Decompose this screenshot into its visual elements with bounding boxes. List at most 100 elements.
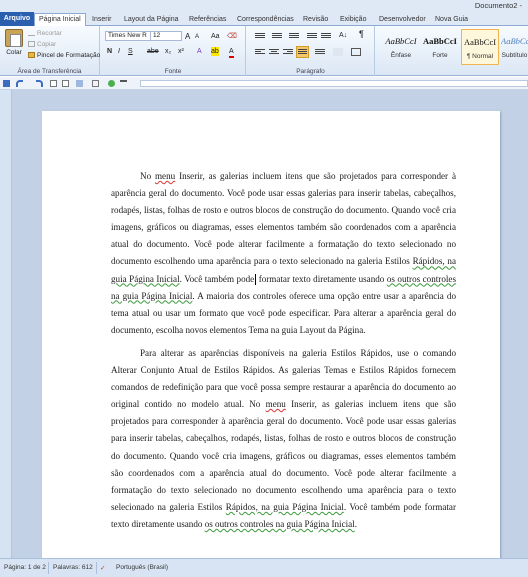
sort-icon[interactable]: A↓: [339, 31, 347, 40]
vertical-ruler[interactable]: [0, 90, 12, 558]
tab-correspondencias[interactable]: Correspondências: [237, 14, 294, 25]
justify-icon[interactable]: [296, 46, 309, 58]
text-run: No: [140, 171, 155, 181]
clipboard-group-label: Área de Transferência: [17, 68, 82, 75]
undo-icon[interactable]: [16, 80, 23, 87]
font-group: Times New R 12 A A Aa ⌫ N I S abe x₂ x² …: [101, 26, 246, 76]
language[interactable]: Português (Brasil): [116, 564, 168, 571]
clipboard-group: Colar Recortar Copiar Pincel de Formataç…: [0, 26, 100, 76]
brush-icon: [28, 52, 35, 59]
text-run: menu: [154, 171, 176, 181]
customize-toolbar-icon[interactable]: [120, 80, 127, 87]
align-right-icon[interactable]: [283, 48, 293, 56]
cut-button[interactable]: Recortar: [28, 30, 62, 37]
style-subtitulo[interactable]: AaBbCc Subtítulo: [501, 29, 528, 65]
copy-label: Copiar: [37, 41, 57, 48]
text-run: .: [354, 518, 357, 529]
font-group-label: Fonte: [164, 68, 182, 75]
style-sample: AaBbCcI: [463, 37, 497, 47]
italic-button[interactable]: I: [118, 47, 120, 56]
print-preview-icon[interactable]: [92, 80, 99, 87]
style-name: Subtítulo: [501, 52, 528, 59]
format-painter-label: Pincel de Formatação: [37, 52, 101, 59]
font-family-select[interactable]: Times New R: [105, 31, 151, 41]
tab-layout-da-pagina[interactable]: Layout da Página: [124, 14, 179, 25]
style-name: ¶ Normal: [466, 53, 494, 60]
style-normal[interactable]: AaBbCcI ¶ Normal: [461, 29, 499, 65]
spelling-icon[interactable]: [108, 80, 115, 87]
text-run: os outros controles na guia Página Inici…: [204, 518, 355, 529]
underline-button[interactable]: S: [128, 47, 133, 56]
tab-inserir[interactable]: Inserir: [92, 14, 111, 25]
quick-access-toolbar: [0, 77, 528, 90]
numbering-icon[interactable]: [272, 32, 282, 40]
borders-icon[interactable]: [351, 48, 361, 56]
paragraph-group: A↓ ¶ Parágrafo: [247, 26, 375, 76]
tab-exibicao[interactable]: Exibição: [340, 14, 366, 25]
tab-pagina-inicial[interactable]: Página Inicial: [34, 13, 86, 27]
tab-nova-guia[interactable]: Nova Guia: [435, 14, 468, 25]
ribbon: Colar Recortar Copiar Pincel de Formataç…: [0, 26, 528, 76]
clipboard-icon: [5, 29, 23, 47]
bold-button[interactable]: N: [107, 47, 112, 56]
tab-revisao[interactable]: Revisão: [303, 14, 328, 25]
shading-icon[interactable]: [333, 48, 343, 56]
style-sample: AaBbCcI: [422, 36, 457, 46]
style-name: Ênfase: [390, 52, 412, 59]
format-painter-button[interactable]: Pincel de Formatação: [28, 52, 100, 59]
show-marks-button[interactable]: ¶: [359, 30, 364, 39]
title-bar: Documento2 -: [0, 0, 528, 12]
style-forte[interactable]: AaBbCcI Forte: [421, 29, 459, 65]
strikethrough-button[interactable]: abe: [147, 47, 159, 56]
style-enfase[interactable]: AaBbCcI Ênfase: [382, 29, 420, 65]
increase-indent-icon[interactable]: [321, 32, 331, 40]
paragraph-2: Para alterar as aparências disponíveis n…: [111, 345, 456, 533]
window-title: Documento2 -: [474, 1, 522, 10]
copy-icon: [28, 41, 35, 48]
line-spacing-icon[interactable]: [315, 48, 325, 56]
change-case-button[interactable]: Aa: [211, 32, 220, 41]
decrease-indent-icon[interactable]: [307, 32, 317, 40]
horizontal-ruler[interactable]: [140, 80, 528, 87]
superscript-button[interactable]: x²: [178, 47, 184, 56]
text-run: Inserir, as galerias incluem itens que s…: [111, 171, 456, 267]
new-document-icon[interactable]: [50, 80, 57, 87]
redo-icon[interactable]: [36, 80, 43, 87]
shrink-font-button[interactable]: A: [195, 33, 199, 42]
font-size-select[interactable]: 12: [150, 31, 182, 41]
page-count[interactable]: Página: 1 de 2: [4, 564, 46, 571]
text-run: Rápidos, na guia Página Inicial: [225, 501, 344, 512]
clear-format-icon[interactable]: ⌫: [227, 32, 237, 41]
highlight-icon[interactable]: ab: [211, 47, 219, 56]
font-color-button[interactable]: A: [229, 47, 234, 58]
text-run: . Você também pode: [179, 273, 255, 284]
word-count[interactable]: Palavras: 612: [53, 564, 93, 571]
subscript-button[interactable]: x₂: [165, 47, 171, 56]
text-run: menu: [265, 399, 286, 410]
tab-referencias[interactable]: Referências: [189, 14, 226, 25]
tab-desenvolvedor[interactable]: Desenvolvedor: [379, 14, 426, 25]
paste-label: Colar: [6, 49, 22, 56]
status-divider: [96, 562, 97, 574]
tab-arquivo[interactable]: Arquivo: [0, 12, 34, 26]
copy-button[interactable]: Copiar: [28, 41, 56, 48]
scissors-icon: [28, 30, 35, 37]
save-icon[interactable]: [3, 80, 10, 87]
print-icon[interactable]: [76, 80, 83, 87]
cut-label: Recortar: [37, 30, 62, 37]
document-body[interactable]: No menu Inserir, as galerias incluem ite…: [111, 168, 456, 533]
proofing-icon[interactable]: ✓: [100, 564, 105, 572]
text-run: formatar texto diretamente usando: [256, 273, 387, 284]
grow-font-button[interactable]: A: [185, 32, 190, 41]
text-effects-button[interactable]: A: [197, 47, 202, 56]
bullets-icon[interactable]: [255, 32, 265, 40]
align-left-icon[interactable]: [255, 48, 265, 56]
paragraph-group-label: Parágrafo: [296, 68, 325, 75]
style-sample: AaBbCc: [501, 36, 528, 46]
align-center-icon[interactable]: [269, 48, 279, 56]
text-run: Inserir, as galerias incluem itens que s…: [111, 399, 456, 512]
style-name: Forte: [432, 52, 448, 59]
paste-button[interactable]: Colar: [3, 29, 25, 65]
open-icon[interactable]: [62, 80, 69, 87]
multilevel-list-icon[interactable]: [289, 32, 299, 40]
